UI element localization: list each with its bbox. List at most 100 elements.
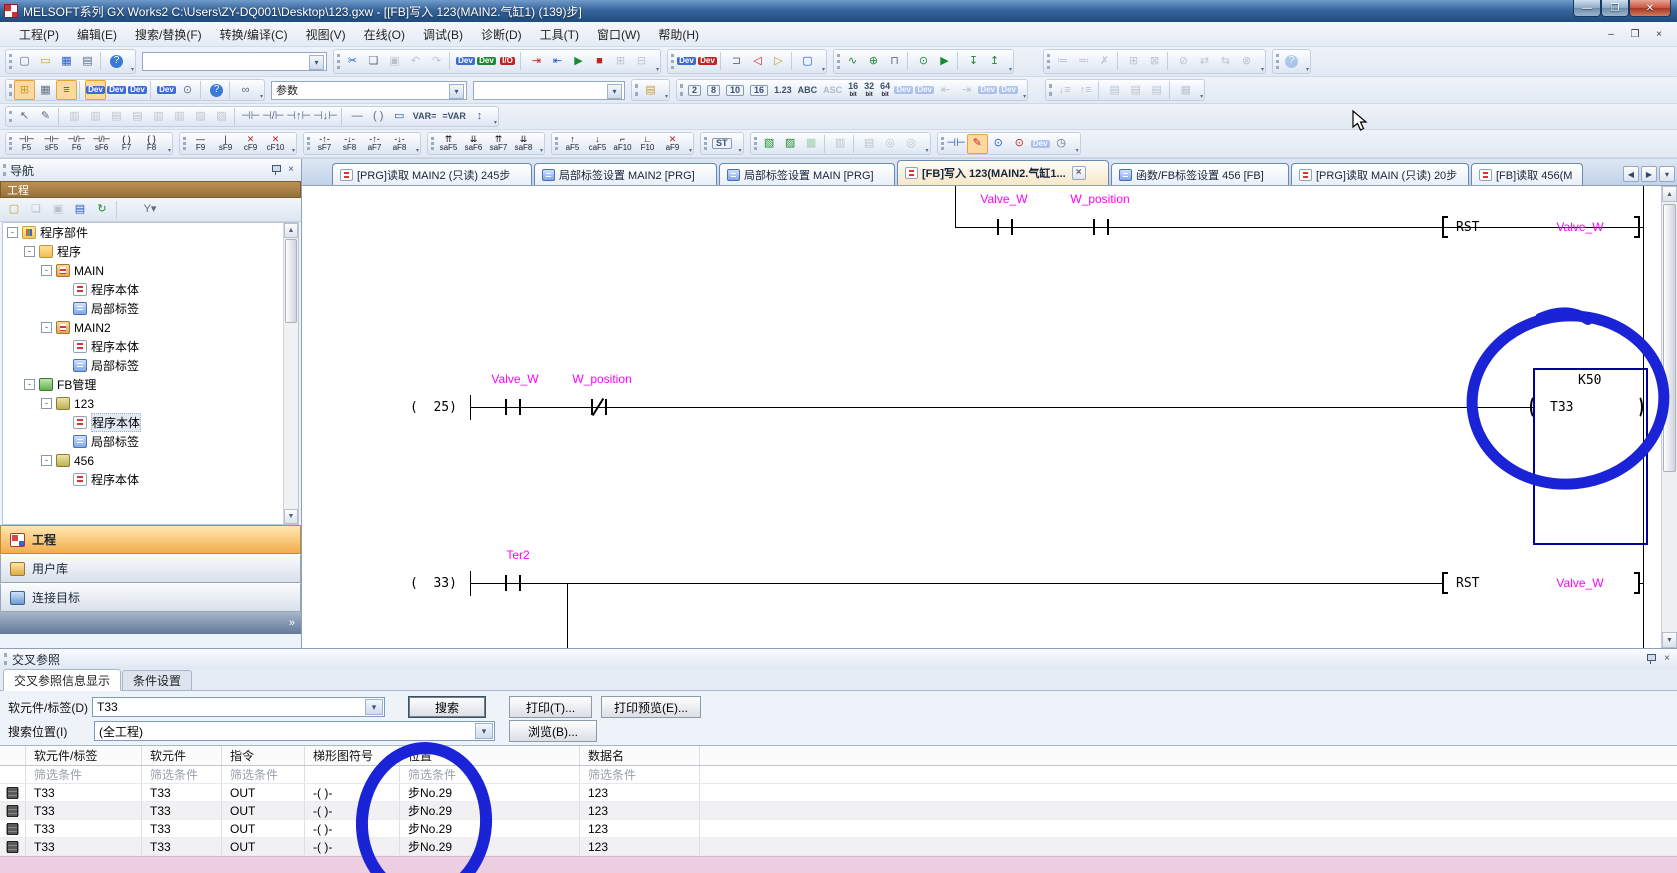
contact-a-icon[interactable]: ⊣⊢ [240,107,261,127]
nav-window-toggle-icon[interactable]: ⊞ [14,80,35,100]
menu-item[interactable]: 窗口(W) [588,23,649,46]
doc-preview-icon[interactable]: ▤ [640,80,661,100]
nav-paste-icon[interactable]: ▣ [48,200,68,220]
tree-item-program-parts[interactable]: - 程序部件 [3,223,298,242]
nav-refresh-icon[interactable]: ↻ [92,200,112,220]
pin-icon[interactable] [1645,653,1657,665]
assign-var-icon[interactable]: =VAR [439,107,469,127]
menu-item[interactable]: 工具(T) [531,23,588,46]
convert-block-icon[interactable]: ▧ [759,134,780,154]
online-change-icon[interactable]: ⊟ [631,51,652,71]
tree-expand-icon[interactable]: - [41,398,52,409]
sym-invert-dn-icon[interactable]: ↓caF5 [585,134,610,154]
nav-switch-connection[interactable]: 连接目标 [0,583,301,612]
display-ascii-icon[interactable]: ASC [820,80,845,100]
tree-item-main2-labels[interactable]: 局部标签 [3,356,298,375]
device-fmt3-icon[interactable]: ⇤ [935,80,956,100]
tree-item-main-body[interactable]: 程序本体 [3,280,298,299]
menu-item[interactable]: 搜索/替换(F) [126,23,211,46]
display-dec-icon[interactable]: 10 [723,80,747,100]
display-hex-icon[interactable]: 16 [747,80,771,100]
tree-expand-icon[interactable] [58,436,69,447]
paste-icon[interactable]: ▣ [384,51,405,71]
nav-info-icon[interactable]: ▤ [70,200,90,220]
clock-setting-icon[interactable]: ◷ [1051,134,1072,154]
hline-draw-icon[interactable]: — [347,107,368,127]
label-doc-icon[interactable]: ▤ [1104,80,1125,100]
label-delete-icon[interactable]: ▤ [1125,80,1146,100]
sym-invert-up-icon[interactable]: ↑aF5 [560,134,585,154]
row-insert-icon[interactable]: ▤ [106,107,127,127]
device-fmt4-icon[interactable]: ⇥ [956,80,977,100]
browse-button[interactable]: 浏览(B)... [509,720,597,742]
help-icon[interactable]: ? [106,51,127,71]
verify-icon[interactable]: ⊞ [610,51,631,71]
header-cell[interactable]: 数据名 [580,746,700,765]
device-jump-icon[interactable]: ▷ [768,51,789,71]
menu-item[interactable]: 诊断(D) [472,23,531,46]
menu-item[interactable]: 在线(O) [355,23,414,46]
filter-cell[interactable]: 筛选条件 [222,766,305,783]
mdi-close-button[interactable]: × [1649,26,1669,42]
device-combo[interactable]: T33 [92,697,385,717]
header-cell[interactable]: 指令 [222,746,305,765]
new-project-icon[interactable]: ▢ [14,51,35,71]
toolbar-icon[interactable] [1167,52,1171,70]
toolbar-icon[interactable] [907,52,911,70]
chevron-more-icon[interactable]: » [289,617,295,629]
label-register-icon[interactable]: ⊞ [1123,51,1144,71]
tree-expand-icon[interactable]: - [24,379,35,390]
toolbar-icon[interactable] [234,108,238,126]
fb-delete-icon[interactable]: ✗ [1094,51,1115,71]
scroll-down-icon[interactable]: ▼ [1662,632,1677,648]
sym-coil-icon[interactable]: ( )F7 [114,134,139,154]
limit-low-icon[interactable]: ↧ [963,51,984,71]
inline-monitor-icon[interactable]: ⊣⊢ [946,134,967,154]
header-cell[interactable]: 软元件/标签 [26,746,142,765]
contact-b-icon[interactable]: ⊣/⊢ [261,107,285,127]
toolbar-icon[interactable] [853,135,857,153]
device-display-icon[interactable]: Dev [676,51,697,71]
header-cell[interactable]: 梯形图符号 [305,746,400,765]
note-jump-icon[interactable]: ◁ [747,51,768,71]
aux-combo[interactable] [473,81,625,100]
filter-cell[interactable]: 筛选条件 [26,766,142,783]
display-16bit-icon[interactable]: 16bit [845,80,861,100]
select-pointer-icon[interactable]: ↖ [14,107,35,127]
var-assign-icon[interactable]: VAR= [410,107,440,127]
display-bin-icon[interactable]: 2 [685,80,704,100]
edit-comment-icon[interactable]: ▧ [190,107,211,127]
tree-item-fb-456[interactable]: - 456 [3,451,298,470]
toolbar-icon[interactable] [824,135,828,153]
sym-pulse-open2-icon[interactable]: ⇈saF7 [486,134,511,154]
filter-cell[interactable] [305,766,400,783]
toolbar-icon[interactable] [341,108,345,126]
monitor-start-icon[interactable]: ▶ [568,51,589,71]
limit-high-icon[interactable]: ↥ [984,51,1005,71]
tree-expand-icon[interactable]: - [41,455,52,466]
close-panel-icon[interactable] [1661,653,1673,665]
contact-pulse-dn-icon[interactable]: ⊣↓⊢ [312,107,339,127]
tab-scroll-right-icon[interactable]: ▶ [1641,166,1657,182]
scrollbar-thumb[interactable] [1663,204,1676,472]
write-mode-icon[interactable]: ▤ [859,134,880,154]
edit-statement-icon[interactable]: ▨ [211,107,232,127]
sym-application-icon[interactable]: { }F8 [139,134,164,154]
open-project-icon[interactable]: ▭ [35,51,56,71]
filter-cell[interactable]: 筛选条件 [400,766,580,783]
updown-icon[interactable]: ↕ [469,107,490,127]
help-secondary-icon[interactable]: ? [1281,51,1302,71]
statement-display-icon[interactable]: ≡ [56,80,77,100]
screen-monitor-icon[interactable]: ▢ [797,51,818,71]
convert-online-icon[interactable]: ▩ [801,134,822,154]
scope-combo[interactable]: (全工程) [94,721,495,741]
tree-expand-icon[interactable]: - [41,265,52,276]
trace-point-icon[interactable]: ⊕ [863,51,884,71]
nav-switch-user-library[interactable]: 用户库 [0,554,301,583]
interlink-edit-icon[interactable]: ✎ [35,107,56,127]
find-binoculars-icon[interactable]: ∞ [235,80,256,100]
minimize-button[interactable]: — [1573,0,1601,17]
tree-item-main2-body[interactable]: 程序本体 [3,337,298,356]
sym-pulse-close2-icon[interactable]: ⇊saF8 [511,134,536,154]
ladder-vertical-scrollbar[interactable]: ▲ ▼ [1661,186,1677,648]
